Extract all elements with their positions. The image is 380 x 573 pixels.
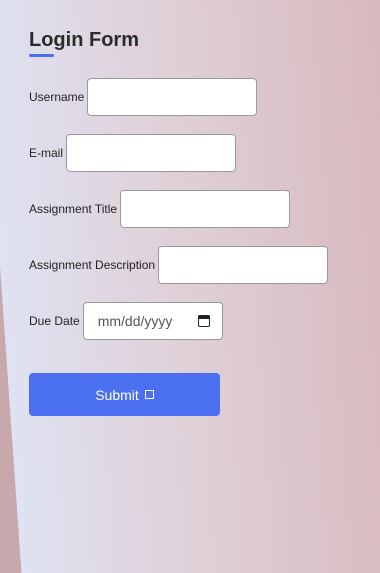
form-title-text: Login Form: [29, 29, 139, 51]
due-date-placeholder: mm/dd/yyyy: [97, 313, 173, 329]
assignment-description-label: Assignment Description: [29, 258, 156, 272]
due-date-input[interactable]: mm/dd/yyyy: [82, 302, 223, 340]
square-icon: [144, 390, 154, 399]
assignment-title-input[interactable]: [120, 190, 291, 228]
username-input[interactable]: [87, 78, 258, 116]
submit-button-label: Submit: [95, 386, 139, 403]
calendar-icon[interactable]: [197, 315, 210, 327]
submit-button[interactable]: Submit: [29, 373, 220, 416]
login-form: Login Form Username E-mail Assignment Ti…: [29, 28, 359, 416]
assignment-title-row: Assignment Title: [29, 189, 359, 229]
username-row: Username: [29, 77, 359, 117]
assignment-description-row: Assignment Description: [29, 245, 359, 285]
form-title: Login Form: [29, 28, 139, 57]
email-label: E-mail: [29, 146, 64, 160]
due-date-row: Due Date mm/dd/yyyy: [29, 301, 359, 341]
email-input[interactable]: [66, 134, 237, 172]
assignment-title-label: Assignment Title: [29, 202, 118, 216]
title-underline: [29, 54, 54, 57]
assignment-description-input[interactable]: [158, 246, 329, 284]
email-row: E-mail: [29, 133, 359, 173]
due-date-label: Due Date: [29, 314, 80, 328]
username-label: Username: [29, 90, 85, 104]
